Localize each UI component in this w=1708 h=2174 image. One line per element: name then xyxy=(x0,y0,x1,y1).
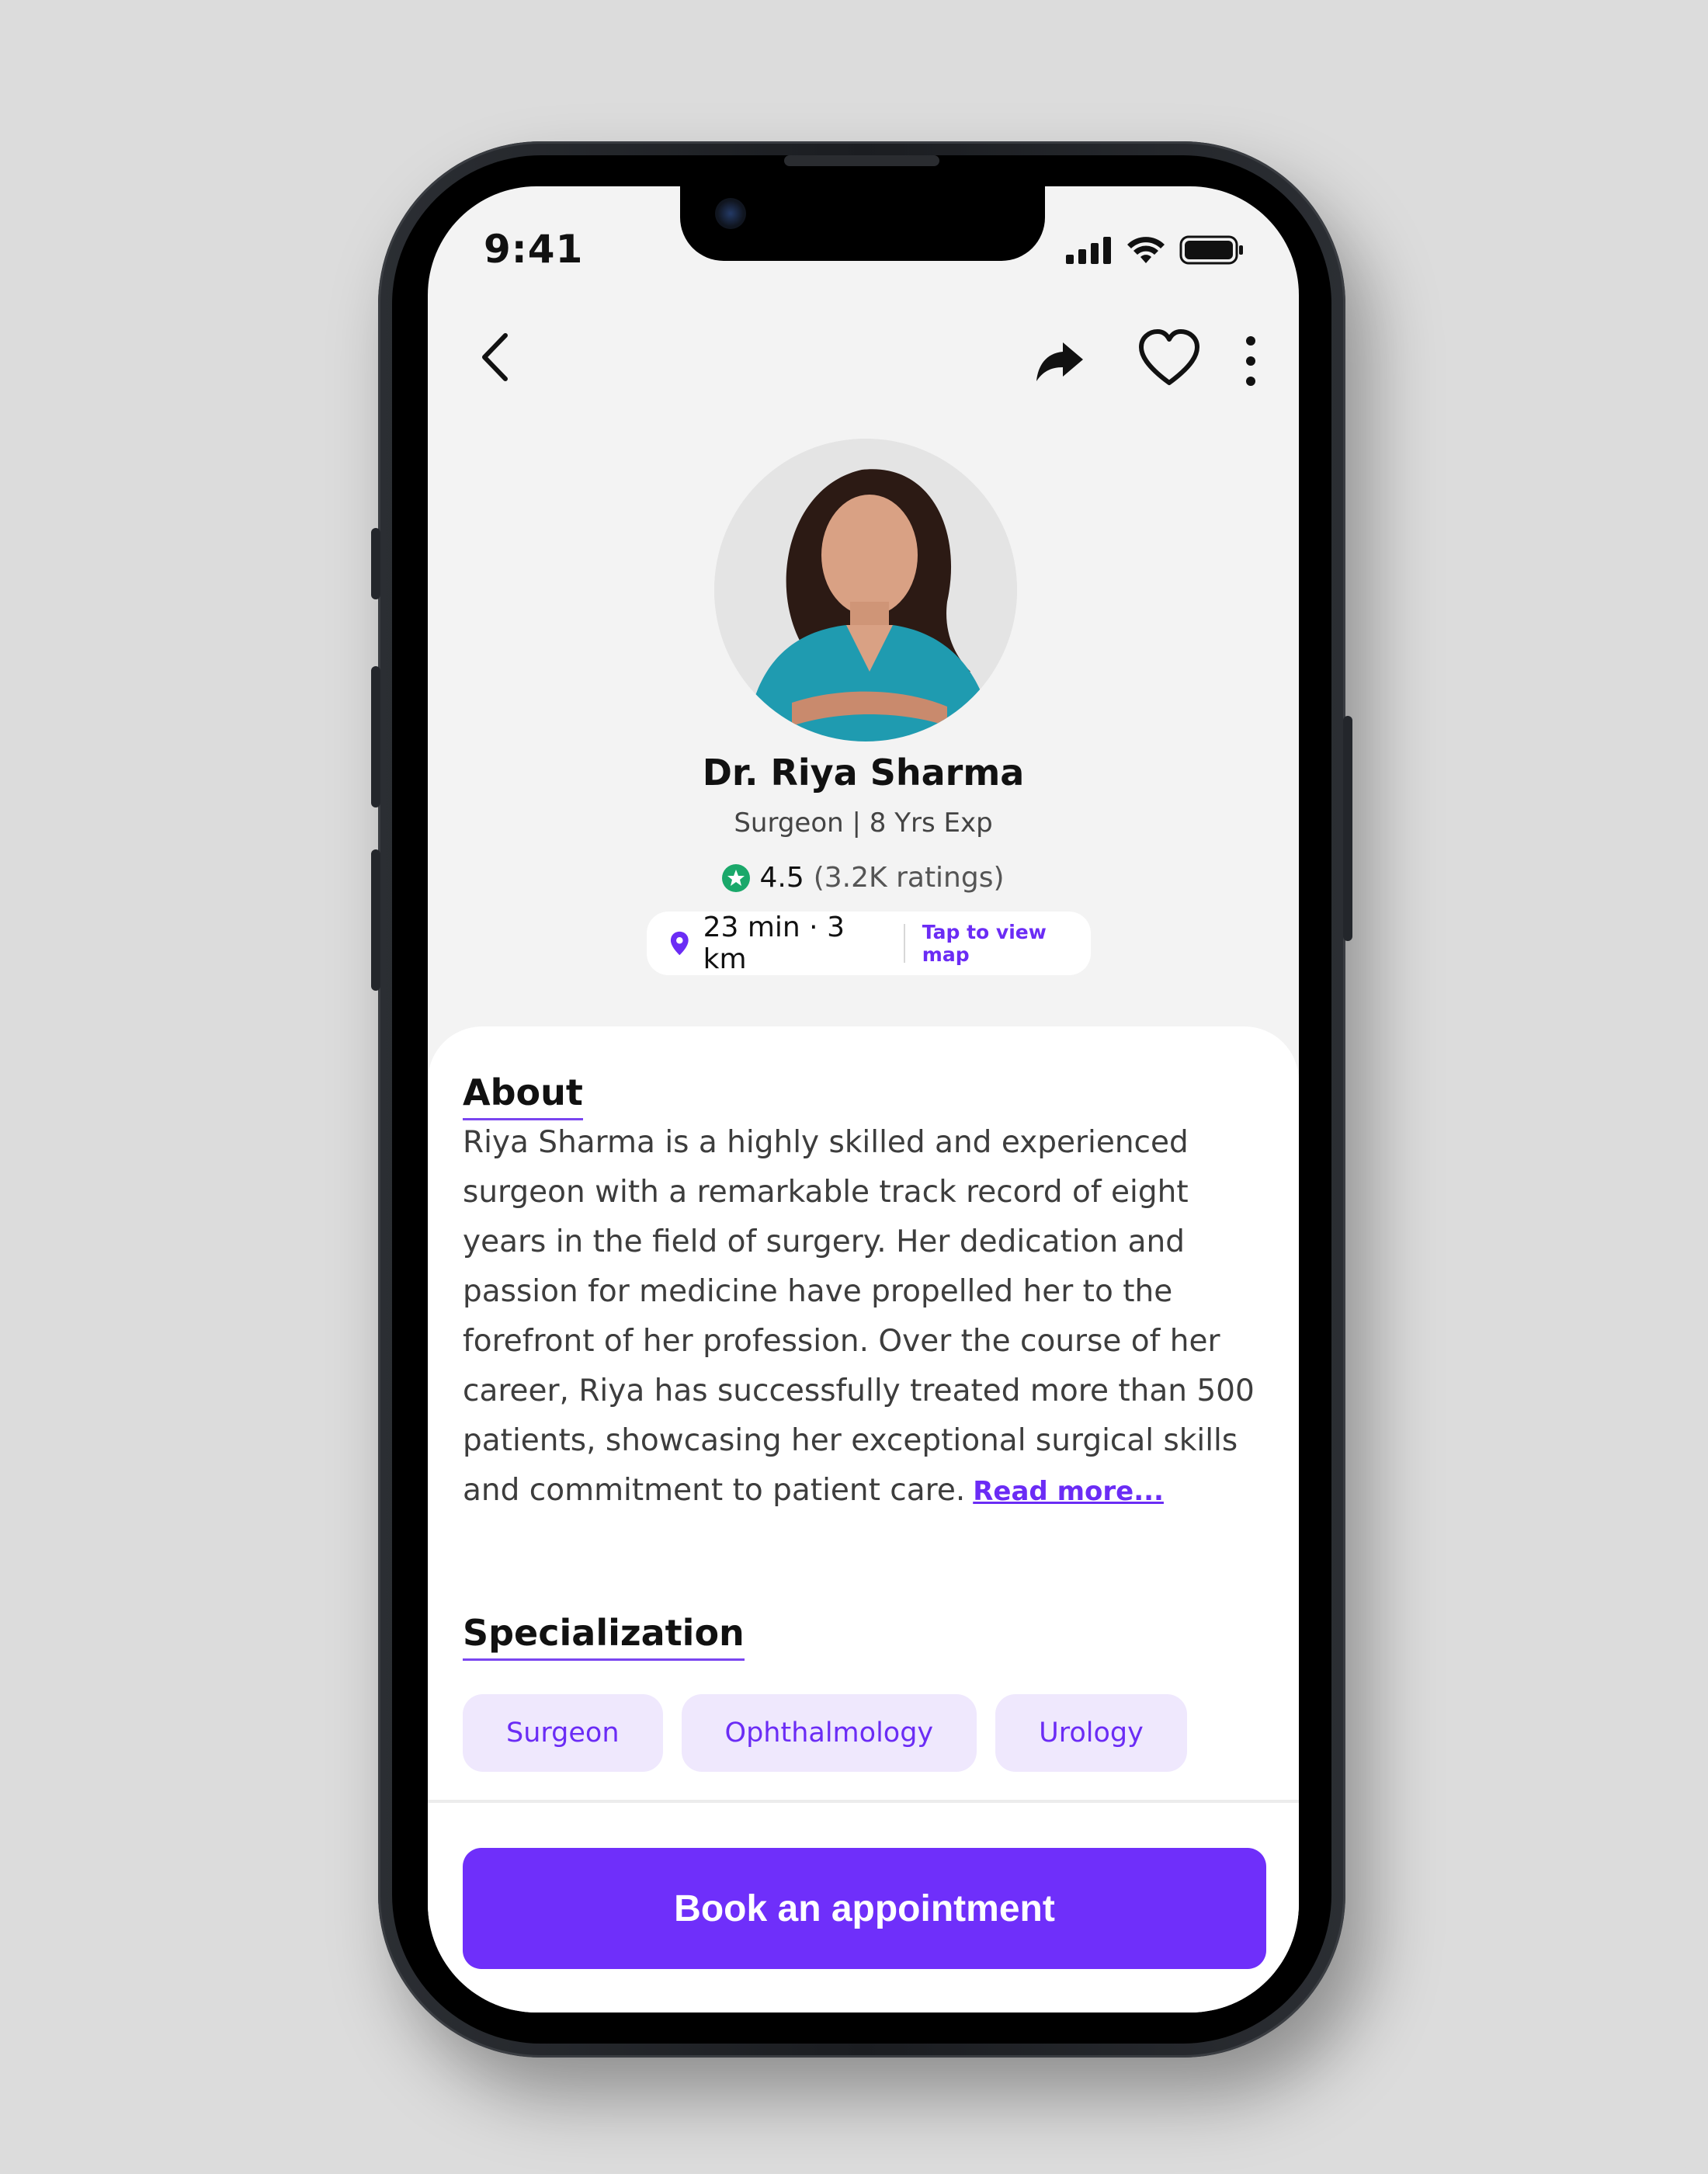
share-icon[interactable] xyxy=(1033,338,1088,384)
view-map-link[interactable]: Tap to view map xyxy=(922,921,1091,966)
chip-urology[interactable]: Urology xyxy=(995,1694,1187,1772)
chip-surgeon[interactable]: Surgeon xyxy=(463,1694,663,1772)
phone-mute-switch xyxy=(371,528,380,599)
phone-power-button xyxy=(1343,716,1352,941)
location-separator xyxy=(903,924,905,963)
about-text: Riya Sharma is a highly skilled and expe… xyxy=(463,1118,1266,1516)
signal-icon xyxy=(1066,237,1111,264)
heart-icon[interactable] xyxy=(1138,328,1200,391)
location-pill[interactable]: 23 min · 3 km Tap to view map xyxy=(647,912,1091,975)
back-icon[interactable] xyxy=(470,326,525,388)
location-pin-icon xyxy=(670,931,689,956)
about-title: About xyxy=(463,1071,583,1120)
phone-speaker xyxy=(784,155,939,166)
app-screen: 9:41 Dr. Riya Sharma Surgeon | 8 Yrs Exp… xyxy=(428,186,1299,2013)
status-icons xyxy=(1066,234,1245,266)
star-icon xyxy=(722,863,751,892)
rating-row: 4.5 (3.2K ratings) xyxy=(428,862,1299,894)
front-camera xyxy=(715,198,746,229)
phone-volume-down xyxy=(371,849,380,991)
book-appointment-button[interactable]: Book an appointment xyxy=(463,1848,1266,1969)
rating-count: (3.2K ratings) xyxy=(813,862,1005,894)
specialization-chips: Surgeon Ophthalmology Urology xyxy=(463,1694,1187,1772)
bottom-divider xyxy=(428,1800,1299,1803)
specialization-title: Specialization xyxy=(463,1612,745,1661)
doctor-name: Dr. Riya Sharma xyxy=(702,752,1025,794)
doctor-avatar xyxy=(714,439,1017,741)
doctor-photo xyxy=(714,439,1017,741)
more-icon[interactable] xyxy=(1235,330,1266,392)
travel-distance: 23 min · 3 km xyxy=(703,912,845,975)
wifi-icon xyxy=(1127,237,1165,263)
about-body: Riya Sharma is a highly skilled and expe… xyxy=(463,1125,1255,1508)
chip-ophthalmology[interactable]: Ophthalmology xyxy=(681,1694,977,1772)
doctor-subtitle: Surgeon | 8 Yrs Exp xyxy=(734,807,993,839)
phone-volume-up xyxy=(371,666,380,807)
battery-icon xyxy=(1179,235,1243,265)
status-time: 9:41 xyxy=(484,227,584,272)
read-more-link[interactable]: Read more... xyxy=(973,1476,1164,1507)
rating-value: 4.5 xyxy=(759,862,804,894)
